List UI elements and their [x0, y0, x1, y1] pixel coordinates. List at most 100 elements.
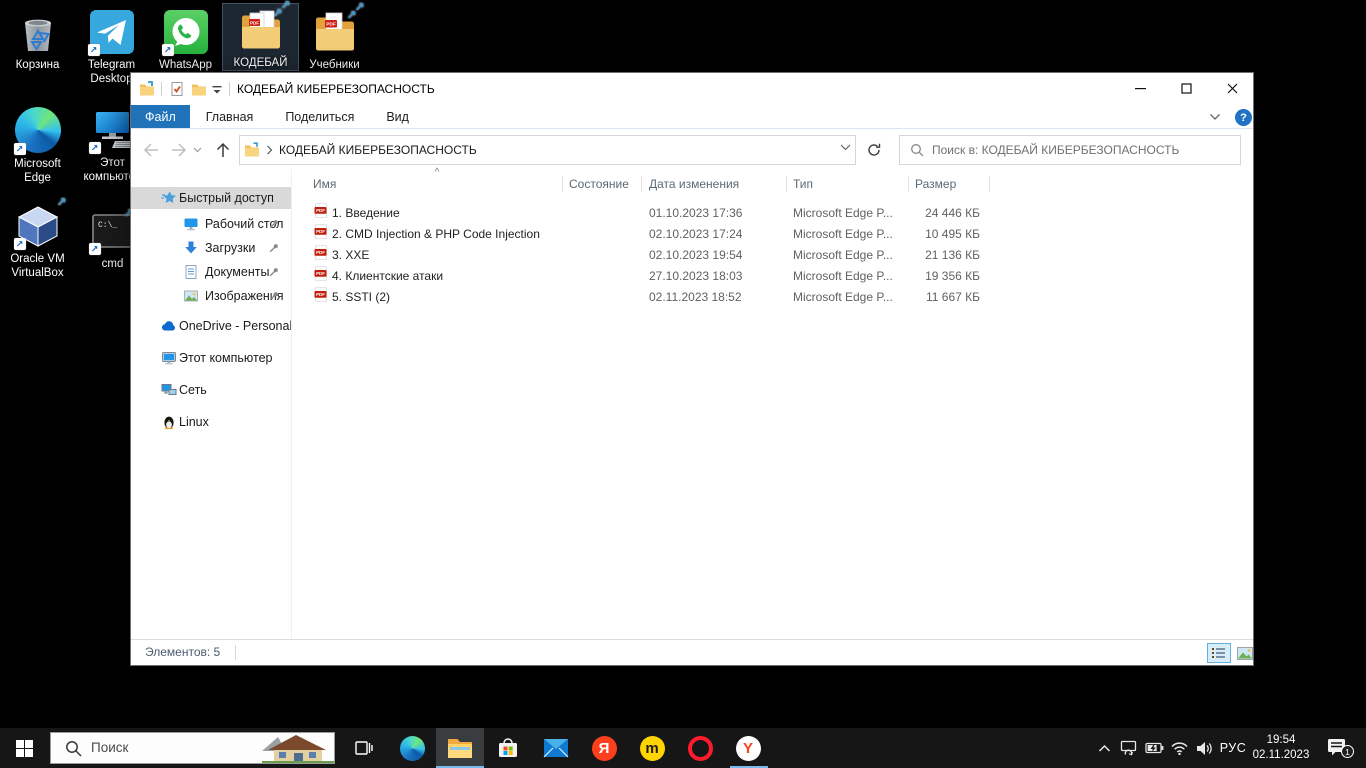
- tray-display-sync-icon[interactable]: [1116, 728, 1141, 768]
- details-view-button[interactable]: [1207, 643, 1231, 663]
- sidebar-item-pictures[interactable]: Изображения: [131, 285, 291, 307]
- breadcrumb[interactable]: КОДЕБАЙ КИБЕРБЕЗОПАСНОСТЬ: [244, 136, 477, 164]
- item-count: Элементов: 5: [145, 640, 220, 665]
- column-separator[interactable]: [786, 176, 787, 192]
- svg-text:C:\_: C:\_: [98, 221, 117, 230]
- file-explorer-window: КОДЕБАЙ КИБЕРБЕЗОПАСНОСТЬ Файл Главная П…: [130, 72, 1254, 666]
- tray-show-hidden-icons-chevron[interactable]: [1092, 728, 1116, 768]
- file-size: 10 495 КБ: [831, 224, 980, 245]
- network-icon: [161, 382, 177, 398]
- file-row[interactable]: PDF 2. CMD Injection & PHP Code Injectio…: [301, 224, 1243, 245]
- tab-file[interactable]: Файл: [131, 105, 190, 128]
- sidebar-item-network[interactable]: Сеть: [131, 379, 291, 401]
- file-row[interactable]: PDF 1. Введение 01.10.2023 17:36 Microso…: [301, 203, 1243, 224]
- large-icons-view-button[interactable]: [1233, 643, 1257, 663]
- tab-view[interactable]: Вид: [370, 105, 425, 128]
- tray-battery-icon[interactable]: [1141, 728, 1167, 768]
- column-header-name[interactable]: Имя: [313, 173, 336, 195]
- tray-language-indicator[interactable]: РУС: [1215, 728, 1251, 768]
- tray-wifi-icon[interactable]: [1167, 728, 1191, 768]
- taskbar-edge-icon[interactable]: [388, 728, 436, 768]
- start-button[interactable]: [0, 728, 48, 768]
- help-button[interactable]: ?: [1235, 109, 1252, 126]
- pdf-file-icon: PDF: [314, 224, 328, 245]
- expand-ribbon-chevron-icon[interactable]: [1209, 113, 1221, 121]
- column-header-type[interactable]: Тип: [793, 173, 813, 195]
- column-separator[interactable]: [641, 176, 642, 192]
- search-input[interactable]: Поиск в: КОДЕБАЙ КИБЕРБЕЗОПАСНОСТЬ: [899, 135, 1241, 165]
- up-button[interactable]: [211, 138, 235, 162]
- taskbar-amigo-icon[interactable]: m: [628, 728, 676, 768]
- virtualbox-icon: ↗ ↗: [14, 202, 62, 250]
- column-header-modified[interactable]: Дата изменения: [649, 173, 739, 195]
- desktop-icon-virtualbox[interactable]: ↗ ↗ Oracle VM VirtualBox: [0, 200, 75, 280]
- sidebar-item-this-pc[interactable]: Этот компьютер: [131, 347, 291, 369]
- tab-home[interactable]: Главная: [190, 105, 270, 128]
- column-separator[interactable]: [562, 176, 563, 192]
- sidebar-item-documents[interactable]: Документы: [131, 261, 291, 283]
- refresh-button[interactable]: [861, 138, 887, 162]
- recent-locations-chevron-icon[interactable]: [189, 138, 205, 162]
- notification-badge: 1: [1341, 745, 1354, 758]
- tray-clock[interactable]: 19:54 02.11.2023: [1248, 733, 1314, 762]
- document-icon: [183, 264, 199, 280]
- title-bar[interactable]: КОДЕБАЙ КИБЕРБЕЗОПАСНОСТЬ: [131, 73, 1253, 105]
- taskbar-store-icon[interactable]: [484, 728, 532, 768]
- search-placeholder: Поиск в: КОДЕБАЙ КИБЕРБЕЗОПАСНОСТЬ: [932, 136, 1179, 164]
- navigation-pane: Быстрый доступ Рабочий стол Загрузки: [131, 169, 291, 639]
- pane-divider[interactable]: [291, 169, 292, 639]
- sync-arrows-icon: ↗: [56, 197, 66, 207]
- desktop-icon-kodebay[interactable]: PDF ↗ ↗ КОДЕБАЙ: [223, 4, 298, 70]
- tray-volume-icon[interactable]: [1191, 728, 1217, 768]
- forward-button[interactable]: [167, 138, 191, 162]
- file-row[interactable]: PDF 4. Клиентские атаки 27.10.2023 18:03…: [301, 266, 1243, 287]
- address-dropdown-chevron-icon[interactable]: [840, 144, 851, 151]
- task-view-button[interactable]: [340, 728, 388, 768]
- file-name: 3. XXE: [332, 245, 369, 266]
- desktop-icon-recycle-bin[interactable]: Корзина: [0, 6, 75, 72]
- file-name: 4. Клиентские атаки: [332, 266, 443, 287]
- maximize-button[interactable]: [1163, 73, 1209, 103]
- taskbar-search-input[interactable]: Поиск: [50, 732, 335, 764]
- file-name: 1. Введение: [332, 203, 400, 224]
- sidebar-item-onedrive[interactable]: OneDrive - Personal: [131, 315, 291, 337]
- taskbar-yandex-browser-icon[interactable]: Y: [724, 728, 772, 768]
- recycle-bin-icon: [14, 8, 62, 56]
- address-bar[interactable]: КОДЕБАЙ КИБЕРБЕЗОПАСНОСТЬ: [239, 135, 856, 165]
- shortcut-arrow-icon: ↗: [162, 44, 174, 56]
- svg-text:PDF: PDF: [326, 22, 336, 28]
- desktop-icon-edge[interactable]: ↗ Microsoft Edge: [0, 104, 75, 185]
- action-center-button[interactable]: 1: [1320, 728, 1360, 768]
- taskbar-yandex-icon[interactable]: Я: [580, 728, 628, 768]
- new-folder-button[interactable]: [191, 81, 207, 97]
- minimize-button[interactable]: [1117, 73, 1163, 103]
- sidebar-item-linux[interactable]: Linux: [131, 411, 291, 433]
- sidebar-label: Быстрый доступ: [179, 187, 274, 209]
- properties-button[interactable]: [169, 81, 185, 97]
- column-separator[interactable]: [989, 176, 990, 192]
- taskbar-mail-icon[interactable]: [532, 728, 580, 768]
- column-separator[interactable]: [908, 176, 909, 192]
- desktop-icon-uchebniki[interactable]: PDF ↗ ↗ Учебники: [297, 6, 372, 72]
- shortcut-arrow-icon: ↗: [14, 143, 26, 155]
- back-button[interactable]: [139, 138, 163, 162]
- desktop-icon-whatsapp[interactable]: ↗ WhatsApp: [148, 6, 223, 72]
- folder-icon: [244, 142, 260, 158]
- tab-share[interactable]: Поделиться: [269, 105, 370, 128]
- sidebar-item-downloads[interactable]: Загрузки: [131, 237, 291, 259]
- close-button[interactable]: [1209, 73, 1255, 103]
- file-modified: 01.10.2023 17:36: [649, 203, 742, 224]
- separator: [235, 645, 236, 660]
- taskbar-opera-icon[interactable]: [676, 728, 724, 768]
- sidebar-item-desktop[interactable]: Рабочий стол: [131, 213, 291, 235]
- column-header-size[interactable]: Размер: [915, 173, 956, 195]
- pin-icon: [269, 243, 279, 253]
- taskbar-file-explorer-icon[interactable]: [436, 728, 484, 768]
- shortcut-arrow-icon: ↗: [14, 238, 26, 250]
- pin-icon: [269, 267, 279, 277]
- sidebar-item-quick-access[interactable]: Быстрый доступ: [131, 187, 291, 209]
- column-header-status[interactable]: Состояние: [569, 173, 629, 195]
- customize-quick-access-button[interactable]: [211, 84, 223, 96]
- file-row[interactable]: PDF 3. XXE 02.10.2023 19:54 Microsoft Ed…: [301, 245, 1243, 266]
- file-row[interactable]: PDF 5. SSTI (2) 02.11.2023 18:52 Microso…: [301, 287, 1243, 308]
